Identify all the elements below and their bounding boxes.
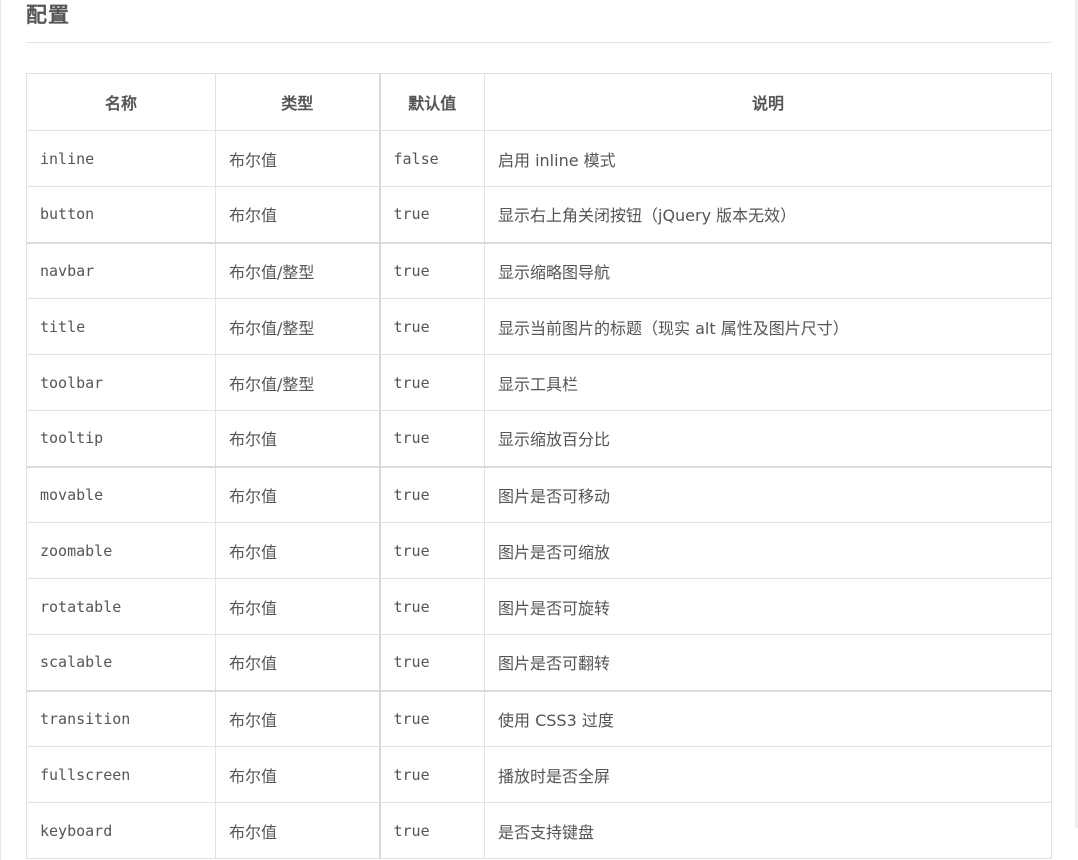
table-row: toolbar 布尔值/整型 true 显示工具栏 (26, 354, 1052, 411)
option-name: fullscreen (26, 746, 216, 803)
table-row: scalable 布尔值 true 图片是否可翻转 (26, 634, 1052, 691)
option-type: 布尔值 (215, 186, 381, 243)
section-title: 配置 (26, 3, 70, 27)
option-type: 布尔值 (215, 634, 381, 691)
table-row: transition 布尔值 true 使用 CSS3 过度 (26, 689, 1052, 747)
option-name: movable (26, 465, 216, 523)
table-header: 名称 类型 默认值 说明 (26, 73, 1052, 131)
left-divider (0, 0, 1, 860)
option-description: 使用 CSS3 过度 (484, 689, 1052, 747)
option-type: 布尔值 (215, 130, 381, 187)
section-divider (26, 42, 1051, 43)
option-description: 启用 inline 模式 (484, 130, 1052, 187)
option-default: true (379, 410, 485, 467)
option-default: true (379, 802, 485, 859)
option-type: 布尔值 (215, 578, 381, 635)
option-name: transition (26, 689, 216, 747)
option-description: 显示右上角关闭按钮（jQuery 版本无效） (484, 186, 1052, 243)
option-description: 图片是否可缩放 (484, 522, 1052, 579)
option-name: scalable (26, 634, 216, 691)
option-description: 图片是否可旋转 (484, 578, 1052, 635)
option-name: navbar (26, 241, 216, 299)
option-name: inline (26, 130, 216, 187)
table-row: title 布尔值/整型 true 显示当前图片的标题（现实 alt 属性及图片… (26, 298, 1052, 355)
option-default: true (379, 522, 485, 579)
option-name: tooltip (26, 410, 216, 467)
option-description: 是否支持键盘 (484, 802, 1052, 859)
option-type: 布尔值 (215, 802, 381, 859)
option-default: true (379, 746, 485, 803)
option-name: title (26, 298, 216, 355)
option-description: 显示工具栏 (484, 354, 1052, 411)
option-default: true (379, 689, 485, 747)
option-default: true (379, 186, 485, 243)
option-name: button (26, 186, 216, 243)
table-row: inline 布尔值 false 启用 inline 模式 (26, 130, 1052, 187)
option-type: 布尔值/整型 (215, 241, 381, 299)
column-header-default: 默认值 (379, 73, 485, 131)
option-description: 图片是否可翻转 (484, 634, 1052, 691)
option-default: false (379, 130, 485, 187)
config-table: 名称 类型 默认值 说明 inline 布尔值 false 启用 inline … (26, 73, 1052, 859)
table-row: rotatable 布尔值 true 图片是否可旋转 (26, 578, 1052, 635)
option-default: true (379, 634, 485, 691)
option-type: 布尔值 (215, 465, 381, 523)
option-name: toolbar (26, 354, 216, 411)
option-default: true (379, 298, 485, 355)
option-description: 显示缩略图导航 (484, 241, 1052, 299)
column-header-type: 类型 (215, 73, 381, 131)
option-type: 布尔值/整型 (215, 354, 381, 411)
table-row: button 布尔值 true 显示右上角关闭按钮（jQuery 版本无效） (26, 186, 1052, 243)
option-description: 显示缩放百分比 (484, 410, 1052, 467)
page: 配置 名称 类型 默认值 说明 inline 布尔值 false 启用 inli… (0, 0, 1078, 860)
option-default: true (379, 354, 485, 411)
option-description: 播放时是否全屏 (484, 746, 1052, 803)
option-type: 布尔值 (215, 522, 381, 579)
table-row: movable 布尔值 true 图片是否可移动 (26, 465, 1052, 523)
option-description: 图片是否可移动 (484, 465, 1052, 523)
header-row: 名称 类型 默认值 说明 (26, 73, 1052, 131)
option-name: rotatable (26, 578, 216, 635)
option-type: 布尔值/整型 (215, 298, 381, 355)
option-default: true (379, 578, 485, 635)
option-type: 布尔值 (215, 746, 381, 803)
table-row: keyboard 布尔值 true 是否支持键盘 (26, 802, 1052, 859)
table-row: fullscreen 布尔值 true 播放时是否全屏 (26, 746, 1052, 803)
table-row: tooltip 布尔值 true 显示缩放百分比 (26, 410, 1052, 467)
option-default: true (379, 241, 485, 299)
option-description: 显示当前图片的标题（现实 alt 属性及图片尺寸） (484, 298, 1052, 355)
option-name: zoomable (26, 522, 216, 579)
table-row: navbar 布尔值/整型 true 显示缩略图导航 (26, 241, 1052, 299)
table-row: zoomable 布尔值 true 图片是否可缩放 (26, 522, 1052, 579)
option-type: 布尔值 (215, 410, 381, 467)
column-header-name: 名称 (26, 73, 216, 131)
option-default: true (379, 465, 485, 523)
table-body: inline 布尔值 false 启用 inline 模式 button 布尔值… (26, 130, 1052, 859)
option-name: keyboard (26, 802, 216, 859)
column-header-description: 说明 (484, 73, 1052, 131)
option-type: 布尔值 (215, 689, 381, 747)
